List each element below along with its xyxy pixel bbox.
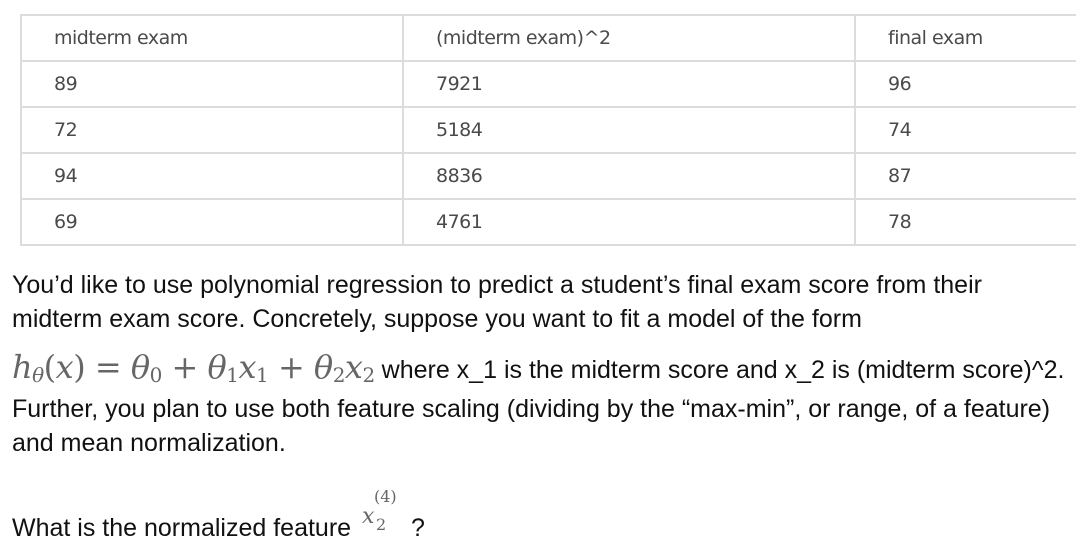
table-cell: 89 bbox=[20, 60, 404, 108]
table-cell: 72 bbox=[20, 106, 404, 154]
table-cell: 78 bbox=[854, 198, 1076, 246]
header-midterm-exam: midterm exam bbox=[20, 14, 404, 62]
table-cell: 5184 bbox=[402, 106, 856, 154]
table-cell: 87 bbox=[854, 152, 1076, 200]
table-row: 69 4761 78 bbox=[20, 198, 1076, 246]
normalized-feature-symbol: x (4) 2 bbox=[362, 487, 397, 534]
table-cell: 94 bbox=[20, 152, 404, 200]
data-table: midterm exam (midterm exam)^2 final exam… bbox=[20, 14, 1076, 246]
question: What is the normalized feature x (4) 2 ? bbox=[12, 487, 1072, 545]
table-cell: 7921 bbox=[402, 60, 856, 108]
question-suffix: ? bbox=[410, 514, 425, 542]
table-cell: 96 bbox=[854, 60, 1076, 108]
table-cell: 8836 bbox=[402, 152, 856, 200]
table-cell: 74 bbox=[854, 106, 1076, 154]
table-row: 89 7921 96 bbox=[20, 60, 1076, 108]
header-midterm-exam-squared: (midterm exam)^2 bbox=[402, 14, 856, 62]
table-header-row: midterm exam (midterm exam)^2 final exam bbox=[20, 14, 1076, 62]
header-final-exam: final exam bbox=[854, 14, 1076, 62]
question-prefix: What is the normalized feature bbox=[12, 514, 358, 542]
hypothesis-formula: hθ(x) = θ0 + θ1x1 + θ2x2 bbox=[12, 348, 375, 387]
table-cell: 4761 bbox=[402, 198, 856, 246]
table-cell: 69 bbox=[20, 198, 404, 246]
table-row: 72 5184 74 bbox=[20, 106, 1076, 154]
model-description: hθ(x) = θ0 + θ1x1 + θ2x2 where x_1 is th… bbox=[12, 350, 1072, 460]
problem-description: You’d like to use polynomial regression … bbox=[12, 271, 982, 333]
table-row: 94 8836 87 bbox=[20, 152, 1076, 200]
